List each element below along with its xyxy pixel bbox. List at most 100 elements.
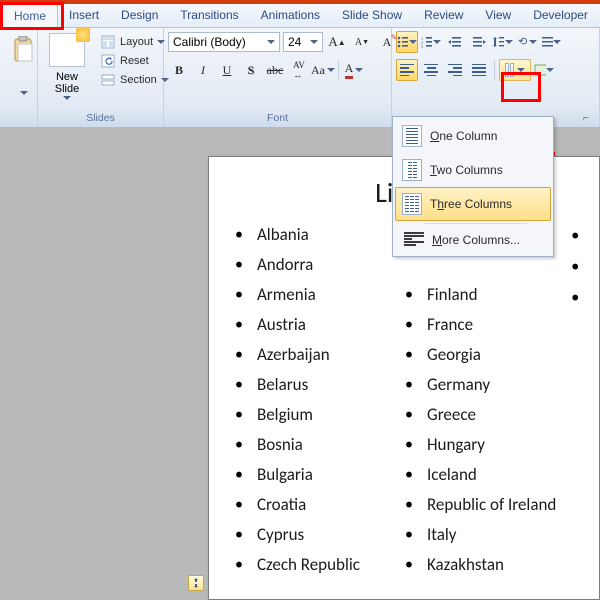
- list-item[interactable]: Bulgaria: [231, 460, 401, 490]
- group-label: [4, 110, 33, 127]
- reset-button[interactable]: Reset: [96, 52, 173, 70]
- chevron-down-icon: [517, 68, 525, 72]
- one-column-icon: [402, 125, 422, 147]
- align-center-button[interactable]: [420, 59, 442, 81]
- menu-more-columns[interactable]: More Columns...: [395, 226, 551, 254]
- chevron-down-icon: [63, 96, 71, 100]
- text-direction-button[interactable]: ⟲: [516, 31, 538, 53]
- three-columns-icon: [402, 193, 422, 215]
- more-columns-icon: [404, 232, 424, 248]
- ribbon-tabstrip: Home Insert Design Transitions Animation…: [0, 4, 600, 28]
- chevron-down-icon: [327, 68, 335, 72]
- chevron-down-icon: [20, 91, 28, 95]
- list-item[interactable]: Italy: [401, 520, 596, 550]
- section-button[interactable]: Section: [96, 71, 173, 89]
- list-item[interactable]: Georgia: [401, 340, 596, 370]
- align-center-icon: [424, 62, 438, 78]
- list-item[interactable]: Hungary: [401, 430, 596, 460]
- new-slide-icon: [49, 33, 85, 67]
- decrease-indent-button[interactable]: [444, 31, 466, 53]
- clipboard-icon: [11, 35, 37, 65]
- chevron-down-icon: [267, 40, 275, 44]
- bullet-column-3[interactable]: [571, 220, 593, 313]
- underline-button[interactable]: U: [216, 59, 238, 81]
- numbering-button[interactable]: 123: [420, 31, 442, 53]
- bullet-column-1[interactable]: Albania Andorra Armenia Austria Azerbaij…: [231, 220, 401, 580]
- columns-button[interactable]: [499, 59, 531, 81]
- list-item[interactable]: Austria: [231, 310, 401, 340]
- strikethrough-button[interactable]: abc: [264, 59, 286, 81]
- tab-design[interactable]: Design: [110, 4, 169, 27]
- align-justify-icon: [472, 62, 486, 78]
- columns-icon: [505, 63, 514, 77]
- chevron-down-icon: [433, 40, 441, 44]
- shadow-button[interactable]: S: [240, 59, 262, 81]
- list-item[interactable]: Iceland: [401, 460, 596, 490]
- list-item[interactable]: Belgium: [231, 400, 401, 430]
- line-spacing-button[interactable]: [492, 31, 514, 53]
- tab-animations[interactable]: Animations: [250, 4, 331, 27]
- new-slide-button[interactable]: NewSlide: [42, 31, 92, 104]
- layout-button[interactable]: Layout: [96, 33, 173, 51]
- bullets-button[interactable]: [396, 31, 418, 53]
- autofit-options-button[interactable]: [188, 575, 204, 591]
- justify-button[interactable]: [468, 59, 490, 81]
- list-item[interactable]: Greece: [401, 400, 596, 430]
- autofit-icon: [191, 578, 201, 588]
- list-item[interactable]: Belarus: [231, 370, 401, 400]
- font-size-select[interactable]: 24: [283, 32, 323, 52]
- list-item[interactable]: Azerbaijan: [231, 340, 401, 370]
- list-item[interactable]: Finland: [401, 280, 596, 310]
- list-item[interactable]: Germany: [401, 370, 596, 400]
- layout-icon: [100, 34, 116, 50]
- tab-slideshow[interactable]: Slide Show: [331, 4, 413, 27]
- tab-home[interactable]: Home: [2, 4, 58, 28]
- list-item[interactable]: Cyprus: [231, 520, 401, 550]
- italic-button[interactable]: I: [192, 59, 214, 81]
- grow-font-button[interactable]: A▲: [326, 31, 348, 53]
- align-text-vertical-button[interactable]: [540, 31, 562, 53]
- font-name-select[interactable]: Calibri (Body): [168, 32, 280, 52]
- align-left-icon: [400, 62, 414, 78]
- menu-three-columns[interactable]: Three Columns: [395, 187, 551, 221]
- section-icon: [100, 72, 116, 88]
- chevron-down-icon: [310, 40, 318, 44]
- group-label-slides: Slides: [42, 110, 159, 127]
- list-item[interactable]: Albania: [231, 220, 401, 250]
- ribbon: NewSlide Layout Reset Section: [0, 28, 600, 128]
- convert-smartart-button[interactable]: [533, 59, 555, 81]
- tab-transitions[interactable]: Transitions: [169, 4, 249, 27]
- chevron-down-icon: [355, 68, 363, 72]
- group-label-font: Font: [168, 110, 387, 127]
- char-spacing-button[interactable]: AV↔: [288, 59, 310, 81]
- change-case-button[interactable]: Aa: [312, 59, 334, 81]
- shrink-font-button[interactable]: A▼: [351, 31, 373, 53]
- menu-one-column[interactable]: One Column: [395, 119, 551, 153]
- reset-icon: [100, 53, 116, 69]
- list-item[interactable]: Bosnia: [231, 430, 401, 460]
- chevron-down-icon: [409, 40, 417, 44]
- svg-text:3: 3: [421, 44, 423, 48]
- columns-menu: One Column Two Columns Three Columns Mor…: [392, 116, 554, 257]
- tab-developer[interactable]: Developer: [522, 4, 599, 27]
- tab-view[interactable]: View: [474, 4, 522, 27]
- list-item[interactable]: Czech Republic: [231, 550, 401, 580]
- align-left-button[interactable]: [396, 59, 418, 81]
- list-item[interactable]: Republic of Ireland: [401, 490, 596, 520]
- increase-indent-button[interactable]: [468, 31, 490, 53]
- svg-text:⟲: ⟲: [518, 36, 527, 48]
- list-item[interactable]: Croatia: [231, 490, 401, 520]
- list-item[interactable]: Kazakhstan: [401, 550, 596, 580]
- chevron-down-icon: [553, 40, 561, 44]
- two-columns-icon: [402, 159, 422, 181]
- list-item[interactable]: Andorra: [231, 250, 401, 280]
- bold-button[interactable]: B: [168, 59, 190, 81]
- align-right-button[interactable]: [444, 59, 466, 81]
- bullet-column-2[interactable]: x x Finland France Georgia Germany Greec…: [401, 220, 596, 580]
- list-item[interactable]: Armenia: [231, 280, 401, 310]
- tab-review[interactable]: Review: [413, 4, 474, 27]
- list-item[interactable]: France: [401, 310, 596, 340]
- font-color-button[interactable]: A: [343, 59, 365, 81]
- menu-two-columns[interactable]: Two Columns: [395, 153, 551, 187]
- tab-insert[interactable]: Insert: [58, 4, 110, 27]
